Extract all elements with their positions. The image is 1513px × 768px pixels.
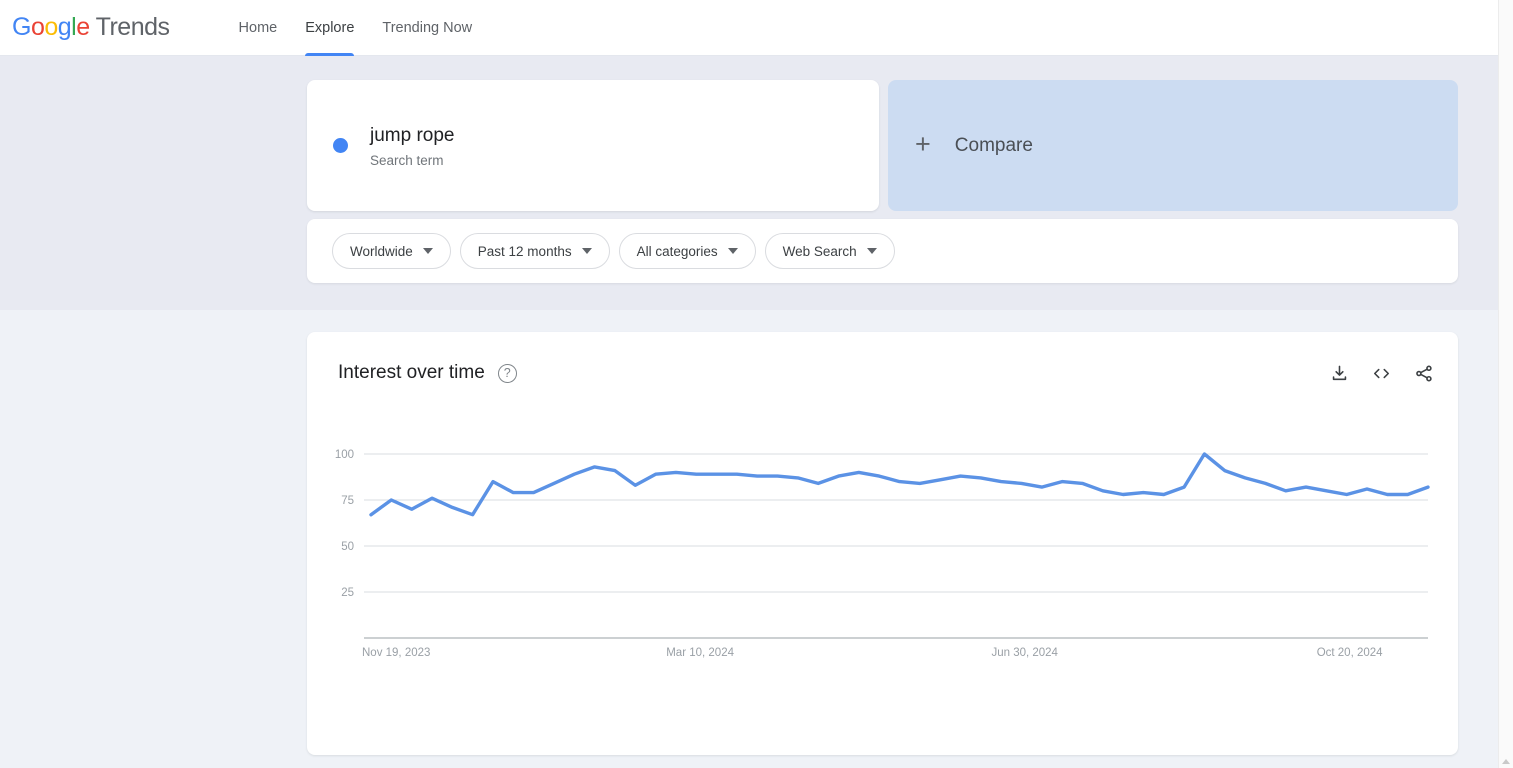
nav-item-explore-label: Explore — [305, 19, 355, 36]
logo-letter-g: G — [12, 13, 31, 41]
page-scrollbar[interactable] — [1498, 0, 1513, 768]
filter-timerange-label: Past 12 months — [477, 243, 572, 259]
nav-item-home[interactable]: Home — [225, 0, 292, 56]
y-axis-tick-label: 75 — [341, 495, 354, 507]
filter-searchtype-label: Web Search — [782, 243, 857, 259]
scrollbar-up-arrow-icon[interactable] — [1502, 759, 1510, 764]
download-icon[interactable] — [1330, 364, 1349, 383]
filter-location-label: Worldwide — [350, 243, 413, 259]
google-trends-logo[interactable]: Google Trends — [12, 13, 170, 42]
chart-title: Interest over time — [338, 362, 485, 383]
search-term-text: jump rope Search term — [370, 124, 455, 168]
filter-bar: Worldwide Past 12 months All categories … — [307, 219, 1458, 283]
interest-over-time-plot[interactable]: 25 50 75 100 Nov 19, 2023 Mar 10, 2024 Jun 30,… — [307, 442, 1458, 712]
x-axis-tick-label: Nov 19, 2023 — [362, 647, 430, 659]
series-line-jump-rope — [369, 452, 1430, 517]
filter-location-dropdown[interactable]: Worldwide — [332, 233, 451, 269]
compare-button[interactable]: + Compare — [888, 80, 1458, 211]
logo-letter-o1: o — [30, 13, 45, 41]
chevron-down-icon — [866, 248, 877, 254]
series-color-dot — [333, 138, 348, 153]
y-axis-tick-label: 100 — [335, 449, 354, 461]
logo-letter-e: e — [76, 13, 90, 41]
search-term-type: Search term — [370, 152, 444, 168]
filter-category-dropdown[interactable]: All categories — [618, 233, 756, 269]
plus-icon: + — [915, 128, 931, 159]
logo-word-trends: Trends — [95, 13, 170, 41]
nav-item-explore[interactable]: Explore — [291, 0, 368, 56]
chart-card-header: Interest over time ? — [338, 362, 1434, 384]
chart-card-actions — [1330, 364, 1434, 383]
share-icon[interactable] — [1414, 364, 1434, 383]
nav-item-home-label: Home — [238, 19, 278, 36]
x-axis-tick-label: Mar 10, 2024 — [666, 647, 734, 659]
chevron-down-icon — [581, 248, 592, 254]
help-icon[interactable]: ? — [497, 363, 517, 383]
query-row: jump rope Search term + Compare — [307, 80, 1458, 211]
filter-category-label: All categories — [636, 243, 718, 259]
nav-item-trending-now-label: Trending Now — [382, 19, 473, 36]
filter-timerange-dropdown[interactable]: Past 12 months — [459, 233, 610, 269]
y-axis-tick-label: 50 — [341, 541, 354, 553]
logo-letter-o2: o — [44, 13, 58, 41]
compare-label: Compare — [954, 134, 1033, 156]
nav-links: Home Explore Trending Now — [225, 0, 487, 56]
x-axis-tick-label: Oct 20, 2024 — [1317, 647, 1383, 659]
filter-searchtype-dropdown[interactable]: Web Search — [764, 233, 895, 269]
y-axis-tick-label: 25 — [341, 587, 354, 599]
x-axis-tick-label: Jun 30, 2024 — [991, 647, 1058, 659]
top-navigation-bar: Google Trends Home Explore Trending Now — [0, 0, 1498, 56]
interest-over-time-card: Interest over time ? 25 50 75 100 Nov 19… — [307, 332, 1458, 755]
logo-letter-g2: g — [57, 13, 72, 41]
embed-icon[interactable] — [1371, 364, 1392, 383]
chevron-down-icon — [422, 248, 433, 254]
line-chart-svg: 25 50 75 100 Nov 19, 2023 Mar 10, 2024 Jun 30,… — [335, 449, 1430, 659]
nav-item-trending-now[interactable]: Trending Now — [368, 0, 486, 56]
search-term-value: jump rope — [370, 124, 455, 146]
chevron-down-icon — [727, 248, 738, 254]
search-term-card[interactable]: jump rope Search term — [307, 80, 879, 211]
